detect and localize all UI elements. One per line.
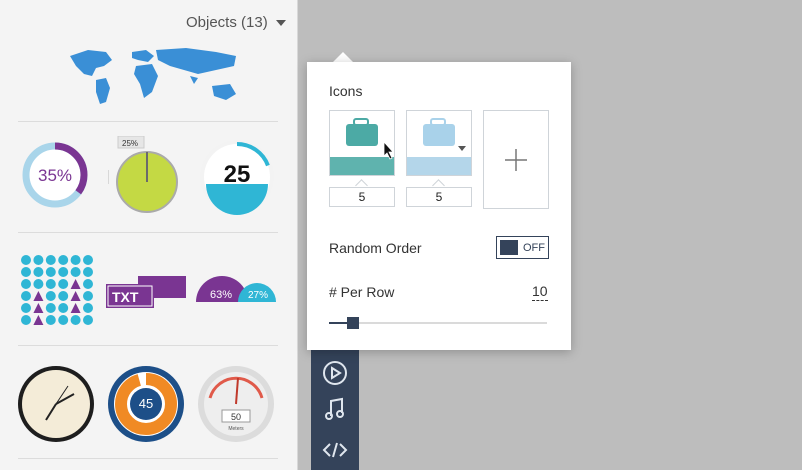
icon-array-circle	[58, 255, 69, 265]
icon-array-circle	[83, 267, 93, 277]
donut-chart-widget[interactable]: 35%	[20, 140, 90, 210]
icon-array-circle	[83, 303, 93, 313]
icon-array-circle	[83, 255, 93, 265]
play-icon[interactable]	[321, 359, 349, 387]
clock-widget[interactable]	[16, 364, 96, 444]
toggle-state-label: OFF	[523, 241, 545, 254]
add-icon-button[interactable]	[483, 110, 549, 209]
icon-array-circle	[33, 279, 44, 289]
speedometer-value-label: 50	[231, 412, 241, 422]
icon-slot-2-count[interactable]: 5	[406, 187, 472, 207]
icon-array-circle	[45, 291, 56, 301]
donut-percent-label: 35%	[38, 166, 72, 185]
icon-array-circle	[83, 315, 93, 325]
per-row-label: # Per Row	[329, 284, 395, 300]
icon-array-circle	[45, 267, 56, 277]
random-order-toggle[interactable]: OFF	[496, 236, 549, 259]
icon-array-circle	[21, 291, 31, 301]
icons-title: Icons	[329, 83, 363, 99]
icon-array-widget[interactable]	[20, 254, 94, 326]
gauge-donut-label: 45	[139, 396, 153, 411]
icon-array-circle	[70, 255, 81, 265]
chevron-down-icon	[275, 19, 286, 26]
icon-array-triangle	[70, 291, 81, 301]
briefcase-icon	[423, 118, 466, 151]
divider	[18, 345, 278, 346]
icon-array-circle	[21, 315, 31, 325]
divider	[18, 232, 278, 233]
text-banner-widget[interactable]: TXT	[106, 276, 188, 308]
speedometer-unit-label: Meters	[228, 426, 244, 432]
icon-array-circle	[58, 315, 69, 325]
icon-array-circle	[45, 315, 56, 325]
pie-chart-widget[interactable]: 25%	[108, 136, 182, 216]
icon-array-circle	[21, 267, 31, 277]
icon-slot-1-count[interactable]: 5	[329, 187, 395, 207]
divider	[18, 458, 278, 459]
icon-array-triangle	[70, 279, 81, 289]
per-row-slider-track[interactable]	[329, 322, 547, 324]
icon-array-circle	[70, 267, 81, 277]
icon-array-circle	[33, 267, 44, 277]
toggle-knob	[500, 240, 518, 255]
icon-array-triangle	[33, 303, 44, 313]
ring-number-widget[interactable]: 25	[198, 138, 276, 216]
icons-popover: Icons 5 5 Random Order OFF # Per Row 10	[307, 62, 571, 350]
icon-array-circle	[83, 279, 93, 289]
semi-left-label: 63%	[210, 289, 232, 301]
icon-array-triangle	[33, 291, 44, 301]
objects-panel: Objects (13) 35% 25% 25 TXT 63% 27% 45 5…	[0, 0, 298, 470]
icon-array-circle	[58, 291, 69, 301]
objects-dropdown[interactable]: Objects (13)	[186, 14, 286, 31]
icon-array-circle	[21, 279, 31, 289]
icon-array-circle	[21, 303, 31, 313]
icon-array-circle	[45, 279, 56, 289]
icon-array-circle	[45, 255, 56, 265]
tool-sidebar	[311, 350, 359, 470]
icon-array-circle	[70, 315, 81, 325]
icon-array-circle	[58, 279, 69, 289]
popover-arrow	[333, 52, 353, 62]
icon-array-circle	[58, 267, 69, 277]
icon-slot-2[interactable]	[406, 110, 472, 176]
per-row-value[interactable]: 10	[532, 283, 548, 301]
random-order-label: Random Order	[329, 240, 422, 256]
semi-right-label: 27%	[248, 290, 268, 301]
pie-percent-label: 25%	[122, 139, 138, 148]
icon-array-circle	[45, 303, 56, 313]
code-embed-icon[interactable]	[321, 436, 349, 464]
plus-icon	[505, 148, 527, 171]
world-map-widget[interactable]	[66, 46, 248, 106]
clock-icon	[18, 366, 94, 442]
ring-number-label: 25	[224, 161, 251, 188]
icon-array-circle	[21, 255, 31, 265]
icon-array-triangle	[33, 315, 44, 325]
icon-slot-1[interactable]	[329, 110, 395, 176]
icon-array-circle	[58, 303, 69, 313]
objects-dropdown-label: Objects (13)	[186, 14, 268, 31]
semicircle-widget[interactable]: 63% 27%	[196, 276, 280, 302]
icon-array-circle	[83, 291, 93, 301]
icon-array-circle	[33, 255, 44, 265]
gauge-donut-widget[interactable]: 45	[106, 364, 186, 444]
speedometer-widget[interactable]: 50 Meters	[196, 364, 276, 444]
per-row-slider-thumb[interactable]	[346, 317, 359, 329]
icon-array-triangle	[70, 303, 81, 313]
divider	[18, 121, 278, 122]
briefcase-icon	[346, 118, 394, 160]
text-banner-label: TXT	[112, 289, 139, 305]
music-note-icon[interactable]	[321, 395, 349, 423]
world-map-icon	[70, 48, 236, 104]
